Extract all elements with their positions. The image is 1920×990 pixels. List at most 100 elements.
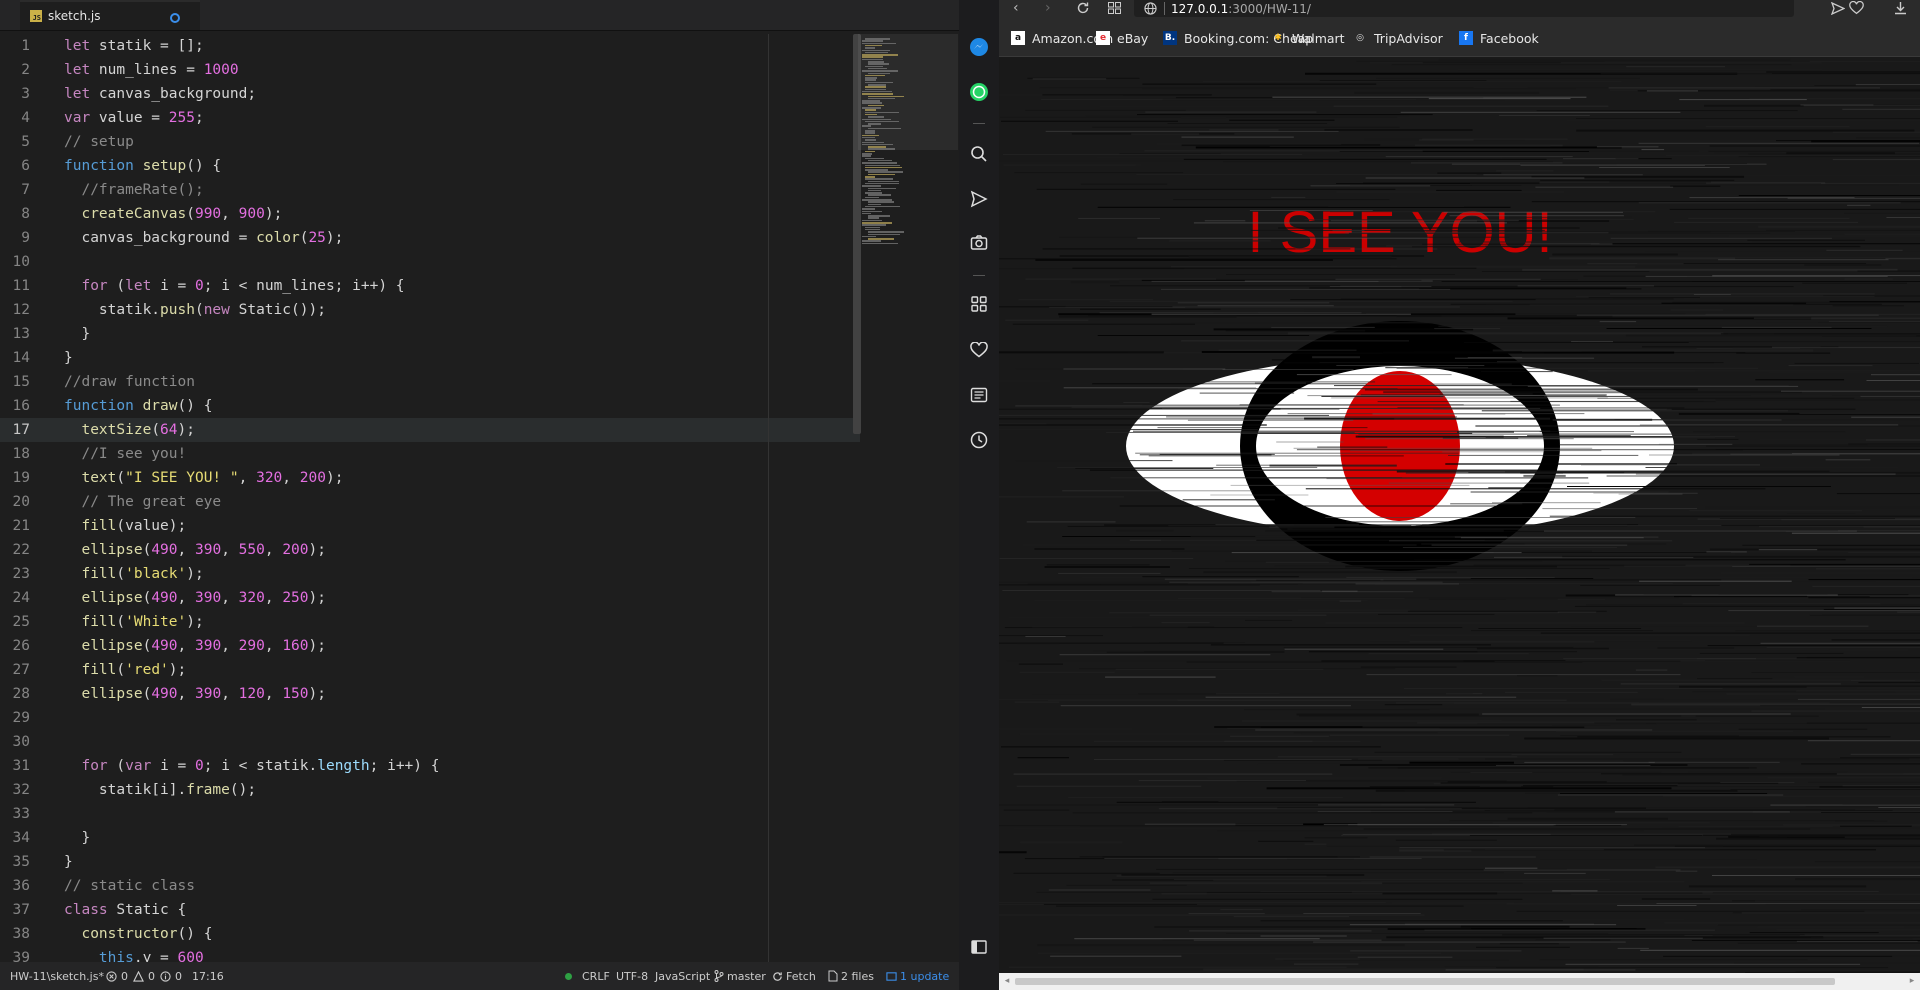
code-line[interactable]: 15 //draw function <box>0 370 860 394</box>
code-line[interactable]: 39 this.y = 600 <box>0 946 860 962</box>
static-line-light <box>1424 929 1715 931</box>
static-line-light <box>1770 804 1920 806</box>
scroll-right-icon[interactable]: ▸ <box>1907 976 1917 986</box>
code-line[interactable]: 12 statik.push(new Static()); <box>0 298 860 322</box>
history-icon[interactable] <box>968 429 990 451</box>
code-line[interactable]: 17 textSize(64); <box>0 418 860 442</box>
code-line[interactable]: 20 // The great eye <box>0 490 860 514</box>
code-line[interactable]: 8 createCanvas(990, 900); <box>0 202 860 226</box>
sidebar-toggle-icon[interactable] <box>968 936 990 958</box>
code-line[interactable]: 14} <box>0 346 860 370</box>
apps-grid-icon[interactable] <box>968 293 990 315</box>
code-line[interactable]: 11 for (let i = 0; i < num_lines; i++) { <box>0 274 860 298</box>
heart-icon[interactable] <box>968 339 990 361</box>
static-line <box>999 698 1220 700</box>
bookmark-walmart[interactable]: ✱ Walmart <box>1271 28 1344 48</box>
tabs-grid-icon[interactable] <box>1108 2 1121 14</box>
bookmark-heart-icon[interactable] <box>1849 1 1864 15</box>
code-line[interactable]: 22 ellipse(490, 390, 550, 200); <box>0 538 860 562</box>
code-line[interactable]: 9 canvas_background = color(25); <box>0 226 860 250</box>
scrollbar-thumb[interactable] <box>1015 978 1835 985</box>
code-line[interactable]: 28 ellipse(490, 390, 120, 150); <box>0 682 860 706</box>
code-line[interactable]: 18 //I see you! <box>0 442 860 466</box>
code-line[interactable]: 27 fill('red'); <box>0 658 860 682</box>
code-line[interactable]: 6 function setup() { <box>0 154 860 178</box>
code-line[interactable]: 7 //frameRate(); <box>0 178 860 202</box>
horizontal-scrollbar[interactable]: ◂ ▸ <box>999 973 1920 990</box>
download-icon[interactable] <box>1894 1 1907 15</box>
code-line[interactable]: 34 } <box>0 826 860 850</box>
code-line[interactable]: 19 text("I SEE YOU! ", 320, 200); <box>0 466 860 490</box>
address-bar[interactable]: 127.0.0.1:3000/HW-11/ <box>1134 0 1794 17</box>
status-branch[interactable]: master <box>714 962 766 990</box>
status-diagnostics[interactable]: 0 0 0 <box>106 962 182 990</box>
static-line <box>1801 763 1920 765</box>
bookmark-tripadvisor[interactable]: ◎ TripAdvisor <box>1353 28 1443 48</box>
code-line[interactable]: 2 let num_lines = 1000 <box>0 58 860 82</box>
code-line[interactable]: 29 <box>0 706 860 730</box>
code-line[interactable]: 32 statik[i].frame(); <box>0 778 860 802</box>
code-line[interactable]: 38 constructor() { <box>0 922 860 946</box>
search-icon[interactable] <box>968 143 990 165</box>
bookmark-facebook[interactable]: f Facebook <box>1459 28 1539 48</box>
send-page-icon[interactable] <box>1831 2 1845 15</box>
code-line[interactable]: 25 fill('White'); <box>0 610 860 634</box>
status-line-ending[interactable]: CRLF <box>582 962 610 990</box>
code-line[interactable]: 10 <box>0 250 860 274</box>
status-files[interactable]: 2 files <box>828 962 874 990</box>
static-line <box>999 642 1224 644</box>
forward-icon[interactable]: › <box>1045 1 1051 15</box>
whatsapp-icon[interactable] <box>968 81 990 103</box>
static-line-light <box>1313 941 1626 943</box>
send-icon[interactable] <box>968 188 990 210</box>
reload-icon[interactable] <box>1076 1 1090 15</box>
info-icon <box>160 970 171 982</box>
static-line <box>1116 801 1476 803</box>
news-icon[interactable] <box>968 384 990 406</box>
code-line[interactable]: 26 ellipse(490, 390, 290, 160); <box>0 634 860 658</box>
code-line[interactable]: 31 for (var i = 0; i < statik.length; i+… <box>0 754 860 778</box>
code-line[interactable]: 33 <box>0 802 860 826</box>
code-line[interactable]: 16 function draw() { <box>0 394 860 418</box>
static-line <box>1831 639 1920 641</box>
minimap[interactable] <box>858 34 958 962</box>
static-line-light <box>1271 196 1306 198</box>
code-line[interactable]: 30 <box>0 730 860 754</box>
status-encoding[interactable]: UTF-8 <box>616 962 648 990</box>
back-icon[interactable]: ‹ <box>1013 1 1019 15</box>
code-line[interactable]: 35} <box>0 850 860 874</box>
status-cursor-position[interactable]: 17:16 <box>192 962 224 990</box>
code-line[interactable]: 24 ellipse(490, 390, 320, 250); <box>0 586 860 610</box>
camera-icon[interactable] <box>968 232 990 254</box>
static-line <box>1138 693 1446 695</box>
static-line-light <box>1104 858 1422 859</box>
status-fetch[interactable]: Fetch <box>772 962 816 990</box>
status-file-path[interactable]: HW-11\sketch.js* <box>10 962 104 990</box>
static-line <box>1422 62 1561 64</box>
minimap-line <box>865 176 876 178</box>
p5-sketch-canvas[interactable]: I SEE YOU! <box>999 57 1920 973</box>
code-area[interactable]: 1 let statik = []; 2 let num_lines = 1000 3 l… <box>0 34 959 962</box>
code-line[interactable]: 4 var value = 255; <box>0 106 860 130</box>
code-line[interactable]: 5 // setup <box>0 130 860 154</box>
code-line[interactable]: 37 class Static { <box>0 898 860 922</box>
code-line[interactable]: 21 fill(value); <box>0 514 860 538</box>
static-line <box>1738 156 1920 158</box>
status-language[interactable]: JavaScript <box>655 962 710 990</box>
scroll-left-icon[interactable]: ◂ <box>1002 976 1012 986</box>
static-line <box>1483 931 1680 932</box>
code-line[interactable]: 1 let statik = []; <box>0 34 860 58</box>
code-line[interactable]: 36 // static class <box>0 874 860 898</box>
unsaved-dot-icon[interactable] <box>170 13 180 23</box>
bookmark-ebay[interactable]: e eBay <box>1096 28 1148 48</box>
code-token: text <box>81 470 117 486</box>
code-line[interactable]: 3 let canvas_background; <box>0 82 860 106</box>
static-line <box>1438 325 1888 327</box>
status-update[interactable]: 1 update <box>886 962 949 990</box>
messenger-icon[interactable] <box>968 36 990 58</box>
code-line[interactable]: 23 fill('black'); <box>0 562 860 586</box>
static-line <box>1576 129 1915 132</box>
minimap-line <box>862 90 893 93</box>
tab-sketch-js[interactable]: JS sketch.js <box>20 0 200 30</box>
code-line[interactable]: 13 } <box>0 322 860 346</box>
